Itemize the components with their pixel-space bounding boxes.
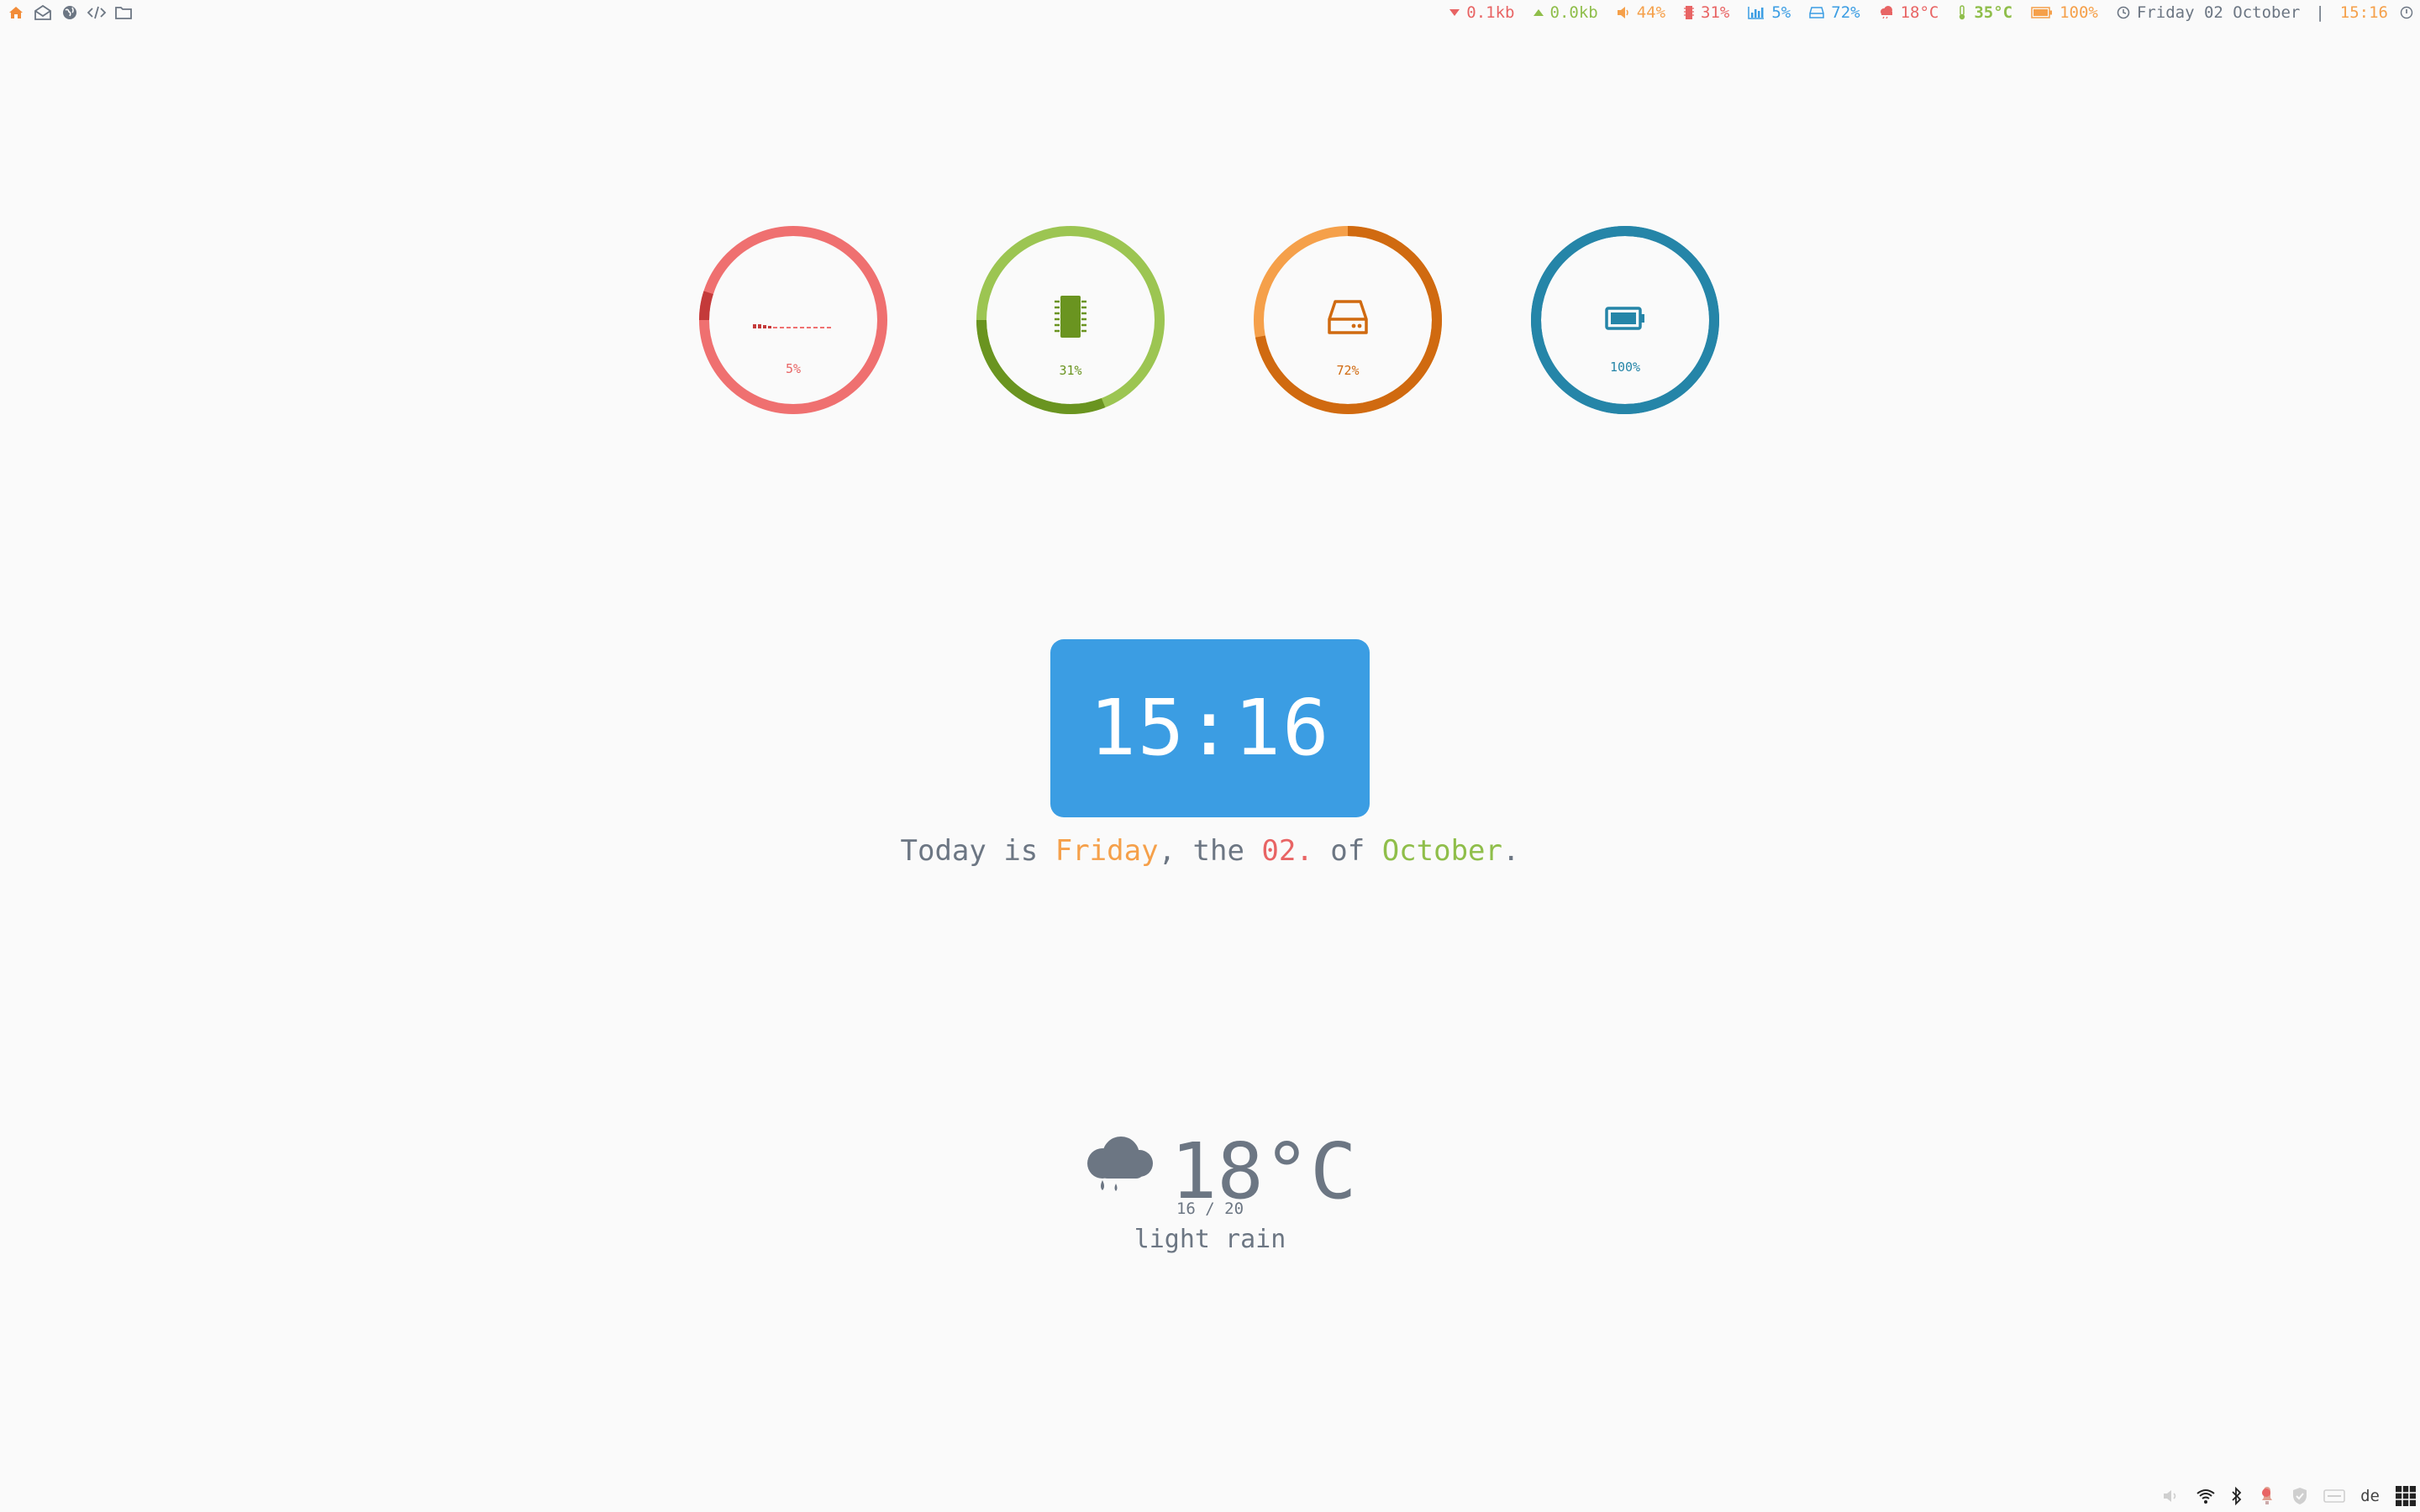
net-down-widget[interactable]: 0.1kb: [1449, 3, 1515, 22]
memory-gauge-value: 31%: [1059, 363, 1082, 378]
date-mid1: , the: [1158, 834, 1262, 868]
notification-icon[interactable]: [2258, 1486, 2276, 1506]
home-icon[interactable]: [5, 2, 27, 24]
battery-gauge-value: 100%: [1609, 360, 1641, 375]
cpu-widget[interactable]: 5%: [1748, 3, 1791, 22]
date-day: Friday: [1055, 834, 1159, 868]
disk-gauge-value: 72%: [1336, 363, 1360, 378]
top-panel: 0.1kb 0.0kb 44% 31% 5% 72% 18°C 35°C 100…: [0, 0, 2420, 27]
status-area: 0.1kb 0.0kb 44% 31% 5% 72% 18°C 35°C 100…: [1431, 0, 2413, 25]
weather-description: light rain: [1134, 1225, 1286, 1254]
memory-chip-icon: [974, 294, 1167, 339]
disk-value: 72%: [1831, 3, 1860, 22]
clock-card: 15:16: [1050, 639, 1370, 817]
disk-widget[interactable]: 72%: [1809, 3, 1860, 22]
volume-value: 44%: [1636, 3, 1666, 22]
cpu-temp-value: 35°C: [1974, 3, 2013, 22]
time-value: 15:16: [2339, 3, 2388, 22]
rain-cloud-icon: [1082, 1135, 1158, 1197]
cpu-temp-widget[interactable]: 35°C: [1957, 3, 2012, 22]
weather-value: 18°C: [1900, 3, 1939, 22]
separator: |: [2315, 3, 2325, 22]
globe-icon[interactable]: [59, 2, 81, 24]
gauge-track: [699, 226, 887, 414]
hard-drive-icon: [1251, 299, 1444, 336]
code-icon[interactable]: [86, 2, 108, 24]
battery-widget[interactable]: 100%: [2031, 3, 2098, 22]
memory-widget[interactable]: 31%: [1684, 3, 1729, 22]
volume-muted-icon[interactable]: [2162, 1488, 2181, 1504]
date-suffix: .: [1502, 834, 1520, 868]
memory-value: 31%: [1701, 3, 1730, 22]
thermometer-icon: [1960, 5, 1965, 20]
shield-icon[interactable]: [2291, 1487, 2308, 1505]
cloud-rain-icon: [1880, 6, 1892, 19]
memory-gauge: 31%: [974, 223, 1167, 417]
cpu-gauge: 5%: [697, 223, 890, 417]
clock-time: 15:16: [1089, 683, 1331, 773]
clock-icon: [2117, 6, 2130, 19]
power-icon[interactable]: [2400, 6, 2413, 19]
bar-chart-icon: [1748, 7, 1765, 19]
net-down-value: 0.1kb: [1466, 3, 1515, 22]
folder-icon[interactable]: [113, 2, 134, 24]
keyboard-icon[interactable]: [2323, 1489, 2345, 1503]
memory-icon: [1684, 6, 1695, 19]
speaker-icon: [1617, 7, 1628, 18]
mail-icon[interactable]: [32, 2, 54, 24]
weather-widget[interactable]: 18°C: [1879, 3, 1939, 22]
battery-small-icon: [2031, 7, 2053, 18]
launcher-group: [5, 2, 134, 24]
battery-value: 100%: [2060, 3, 2098, 22]
cpu-graph-icon: [697, 321, 890, 333]
grid-menu-icon[interactable]: [2395, 1485, 2417, 1507]
arrow-down-icon: [1449, 9, 1460, 16]
battery-icon: [1528, 306, 1722, 331]
disk-gauge: 72%: [1251, 223, 1444, 417]
net-up-value: 0.0kb: [1549, 3, 1598, 22]
date-value: Friday 02 October: [2136, 3, 2301, 22]
date-prefix: Today is: [900, 834, 1055, 868]
wifi-icon[interactable]: [2196, 1488, 2216, 1504]
battery-gauge: 100%: [1528, 223, 1722, 417]
date-number: 02.: [1261, 834, 1313, 868]
cpu-value: 5%: [1771, 3, 1791, 22]
date-month: October: [1381, 834, 1502, 868]
volume-widget[interactable]: 44%: [1617, 3, 1665, 22]
weather-range: 16 / 20: [1176, 1200, 1244, 1218]
date-sentence: Today is Friday, the 02. of October.: [0, 834, 2420, 868]
net-up-widget[interactable]: 0.0kb: [1533, 3, 1598, 22]
bluetooth-icon[interactable]: [2231, 1487, 2243, 1505]
cpu-gauge-value: 5%: [785, 361, 802, 376]
keyboard-layout[interactable]: de: [2360, 1487, 2380, 1505]
date-mid2: of: [1313, 834, 1382, 868]
cpu-gauge-ring: [699, 226, 887, 414]
system-tray: de: [2162, 1482, 2417, 1510]
drive-icon: [1809, 7, 1824, 18]
arrow-up-icon: [1533, 9, 1544, 16]
datetime-widget[interactable]: Friday 02 October | 15:16: [2117, 3, 2388, 22]
